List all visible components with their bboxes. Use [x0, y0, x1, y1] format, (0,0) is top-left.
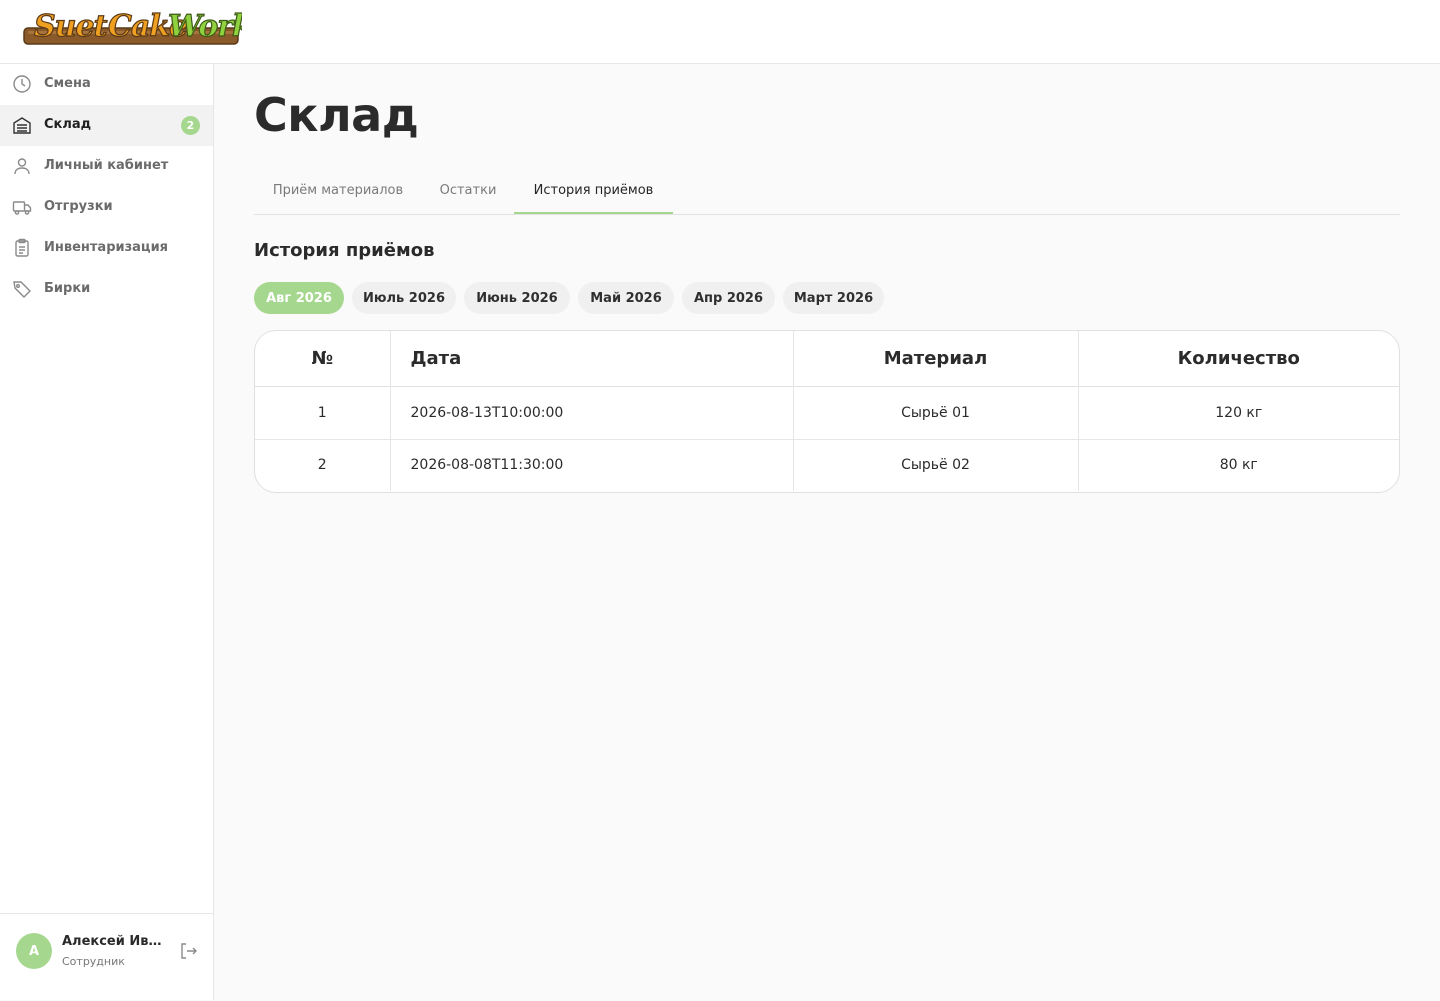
clock-icon — [12, 74, 32, 94]
table-header-row: № Дата Материал Количество — [255, 331, 1399, 386]
user-name: Алексей Иван... — [62, 934, 170, 949]
sidebar-item-tags[interactable]: Бирки — [0, 269, 213, 310]
sidebar-item-warehouse[interactable]: Склад 2 — [0, 105, 213, 146]
month-filter-jul-2026[interactable]: Июль 2026 — [352, 282, 456, 314]
cell-material: Сырьё 01 — [793, 386, 1079, 439]
top-bar: Suet Cake Work — [0, 0, 1440, 64]
avatar[interactable]: А — [16, 933, 52, 969]
tab-intake-history[interactable]: История приёмов — [514, 168, 673, 214]
month-filter-apr-2026[interactable]: Апр 2026 — [682, 282, 775, 314]
cell-date: 2026-08-08T11:30:00 — [390, 439, 794, 491]
sidebar-item-label: Бирки — [44, 281, 91, 296]
truck-icon — [12, 197, 32, 217]
column-header-quantity: Количество — [1177, 347, 1300, 369]
sidebar-item-label: Личный кабинет — [44, 158, 169, 173]
cell-quantity: 80 кг — [1219, 457, 1258, 474]
warehouse-icon — [12, 115, 32, 135]
cell-number: 2 — [255, 439, 391, 491]
cell-number: 1 — [255, 386, 391, 439]
month-filter-jun-2026[interactable]: Июнь 2026 — [464, 282, 570, 314]
column-header-date: Дата — [390, 331, 794, 386]
tab-material-intake[interactable]: Приём материалов — [254, 168, 422, 213]
section-title: История приёмов — [254, 240, 435, 261]
user-role: Сотрудник — [62, 955, 125, 968]
page-title: Склад — [254, 88, 419, 142]
cell-material: Сырьё 02 — [793, 439, 1079, 491]
sidebar-item-shift[interactable]: Смена — [0, 64, 213, 105]
user-panel: А Алексей Иван... Сотрудник — [0, 913, 213, 1001]
sidebar-item-shipments[interactable]: Отгрузки — [0, 187, 213, 228]
sidebar-item-label: Отгрузки — [44, 199, 113, 214]
sidebar-item-label: Смена — [44, 76, 91, 91]
logo-text-work: Work — [168, 9, 242, 44]
history-table: № Дата Материал Количество 1 2026-08-13T… — [254, 330, 1400, 493]
sidebar-item-label: Инвентаризация — [44, 240, 169, 255]
column-header-number: № — [255, 331, 391, 386]
logout-icon[interactable] — [178, 941, 198, 961]
tab-bar: Приём материалов Остатки История приёмов — [254, 168, 1400, 215]
tag-icon — [12, 279, 32, 299]
sidebar-item-label: Склад — [44, 117, 92, 132]
clipboard-icon — [12, 238, 32, 258]
cell-quantity: 120 кг — [1215, 404, 1263, 421]
cell-date: 2026-08-13T10:00:00 — [390, 386, 794, 439]
column-header-material: Материал — [793, 331, 1079, 386]
table-row[interactable]: 2 2026-08-08T11:30:00 Сырьё 02 80 кг — [255, 439, 1399, 491]
logo-text-suet: Suet — [34, 9, 108, 44]
user-icon — [12, 156, 32, 176]
sidebar: Смена Склад 2 Личный кабинет Отгрузки Ин… — [0, 64, 214, 1000]
tab-stock[interactable]: Остатки — [422, 168, 514, 213]
table-row[interactable]: 1 2026-08-13T10:00:00 Сырьё 01 120 кг — [255, 386, 1399, 439]
sidebar-item-inventory[interactable]: Инвентаризация — [0, 228, 213, 269]
sidebar-item-profile[interactable]: Личный кабинет — [0, 146, 213, 187]
month-filter-aug-2026[interactable]: Авг 2026 — [254, 282, 344, 314]
app-logo[interactable]: Suet Cake Work — [22, 2, 242, 48]
month-filter-may-2026[interactable]: Май 2026 — [578, 282, 674, 314]
count-badge: 2 — [181, 116, 200, 135]
month-filter-mar-2026[interactable]: Март 2026 — [783, 282, 884, 314]
